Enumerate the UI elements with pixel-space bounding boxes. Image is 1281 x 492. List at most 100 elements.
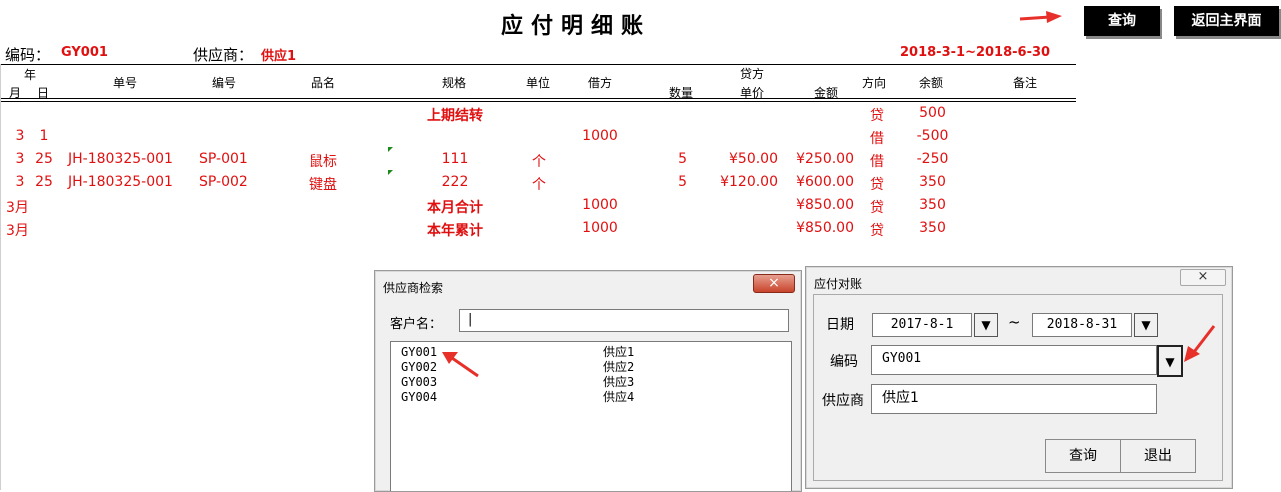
row-spec: 上期结转 — [427, 108, 483, 124]
row-price: ¥120.00 — [720, 174, 778, 190]
list-item[interactable]: GY003 — [401, 375, 437, 390]
list-item[interactable]: GY004 — [401, 390, 437, 405]
row-month: 3月 — [6, 223, 29, 239]
header-month: 月 — [9, 86, 22, 100]
header-direction: 方向 — [862, 76, 887, 90]
row-amount: ¥600.00 — [796, 174, 854, 190]
supplier-field[interactable]: 供应1 — [871, 384, 1157, 414]
row-spec: 111 — [441, 151, 469, 167]
row-amount: ¥250.00 — [796, 151, 854, 167]
row-item-code: SP-001 — [199, 151, 248, 167]
date-range: 2018-3-1~2018-6-30 — [900, 45, 1051, 60]
list-item-name: 供应4 — [603, 390, 635, 404]
reconcile-dialog: 应付对账 × 日期 2017-8-1 ▼ ~ 2018-8-31 ▼ 编码 GY… — [805, 266, 1233, 489]
row-unit: 个 — [532, 177, 546, 193]
list-item[interactable]: GY001 — [401, 345, 437, 360]
table-row: 3 25 JH-180325-001 SP-002 键盘 222 个 5 ¥12… — [0, 170, 1076, 194]
row-item-name: 鼠标 — [309, 154, 337, 170]
header-year: 年 — [24, 68, 37, 82]
customer-name-label: 客户名： — [390, 317, 443, 332]
row-spec: 本月合计 — [427, 200, 483, 216]
list-item-code: GY001 — [401, 345, 438, 359]
header-qty: 数量 — [669, 86, 694, 100]
header-day: 日 — [37, 86, 50, 100]
close-icon[interactable]: × — [753, 274, 795, 293]
row-direction: 贷 — [870, 200, 884, 216]
arrow-annotation-icon — [1184, 325, 1216, 362]
list-item-code: GY002 — [401, 360, 438, 374]
header-price: 单价 — [740, 86, 765, 100]
query-button[interactable]: 查询 — [1084, 6, 1160, 36]
page-title: 应付明细账 — [500, 14, 651, 39]
row-balance: 500 — [919, 105, 946, 121]
row-amount: ¥850.00 — [796, 220, 854, 236]
list-item-name: 供应3 — [603, 375, 635, 389]
list-item[interactable]: GY002 — [401, 360, 437, 375]
dialog-title: 应付对账 — [814, 277, 863, 291]
row-month: 3 — [15, 174, 25, 190]
table-row: 上期结转 贷 500 — [0, 105, 1076, 125]
row-direction: 贷 — [870, 223, 884, 239]
header-debit: 借方 — [588, 76, 613, 90]
header-balance: 余额 — [919, 76, 944, 90]
row-balance: 350 — [919, 174, 946, 190]
row-direction: 贷 — [870, 177, 884, 193]
arrow-annotation-icon — [442, 352, 479, 378]
return-home-button[interactable]: 返回主界面 — [1174, 6, 1279, 36]
query-button[interactable]: 查询 — [1045, 439, 1121, 473]
row-unit: 个 — [532, 154, 546, 170]
code-value: GY001 — [61, 45, 108, 60]
dropdown-arrow-icon[interactable]: ▼ — [1134, 313, 1158, 337]
table-row: 3 1 1000 借 -500 — [0, 128, 1076, 148]
list-item-code: GY004 — [401, 390, 438, 404]
header-unit: 单位 — [526, 76, 551, 90]
header-item-name: 品名 — [311, 76, 336, 90]
cell-comment-marker — [388, 147, 393, 152]
date-from-field[interactable]: 2017-8-1 — [872, 313, 972, 337]
list-item-code: GY003 — [401, 375, 438, 389]
row-doc-no: JH-180325-001 — [68, 174, 173, 190]
range-tilde: ~ — [1008, 313, 1021, 331]
header-item-code: 编号 — [212, 76, 237, 90]
row-direction: 借 — [870, 154, 884, 170]
row-balance: -500 — [916, 128, 949, 144]
arrow-annotation-icon — [1019, 11, 1062, 23]
table-row: 3 25 JH-180325-001 SP-001 鼠标 111 个 5 ¥50… — [0, 147, 1076, 171]
supplier-search-dialog: 供应商检索 × 客户名： | GY001 供应1 GY002 供应2 GY003… — [374, 270, 802, 492]
list-item-name: 供应2 — [603, 360, 635, 374]
divider — [0, 64, 1076, 65]
list-item-name: 供应1 — [603, 345, 635, 359]
date-to-field[interactable]: 2018-8-31 — [1032, 313, 1132, 337]
header-amount: 金额 — [814, 86, 839, 100]
row-item-name: 键盘 — [309, 177, 337, 193]
row-spec: 本年累计 — [427, 223, 483, 239]
header-note: 备注 — [1013, 76, 1038, 90]
row-month: 3 — [15, 151, 25, 167]
row-balance: 350 — [919, 220, 946, 236]
row-debit: 1000 — [582, 197, 618, 213]
row-month: 3月 — [6, 200, 29, 216]
row-day: 1 — [39, 128, 49, 144]
dialog-title: 供应商检索 — [383, 281, 444, 295]
row-balance: -250 — [916, 151, 949, 167]
supplier-label: 供应商 — [822, 393, 864, 409]
row-direction: 借 — [870, 131, 884, 147]
supplier-value: 供应1 — [261, 49, 297, 64]
row-direction: 贷 — [870, 108, 884, 124]
cell-comment-marker — [388, 170, 393, 175]
customer-name-input[interactable]: | — [459, 309, 789, 332]
dropdown-arrow-icon[interactable]: ▼ — [974, 313, 998, 337]
row-balance: 350 — [919, 197, 946, 213]
row-price: ¥50.00 — [729, 151, 778, 167]
close-icon[interactable]: × — [1180, 269, 1226, 286]
row-item-code: SP-002 — [199, 174, 248, 190]
supplier-label: 供应商： — [193, 46, 254, 64]
code-label: 编码： — [5, 46, 51, 64]
row-day: 25 — [35, 151, 53, 167]
row-spec: 222 — [441, 174, 469, 190]
row-month: 3 — [15, 128, 25, 144]
date-label: 日期 — [826, 317, 854, 333]
header-spec: 规格 — [442, 76, 467, 90]
code-combobox[interactable]: GY001 — [871, 345, 1157, 375]
exit-button[interactable]: 退出 — [1120, 439, 1196, 473]
